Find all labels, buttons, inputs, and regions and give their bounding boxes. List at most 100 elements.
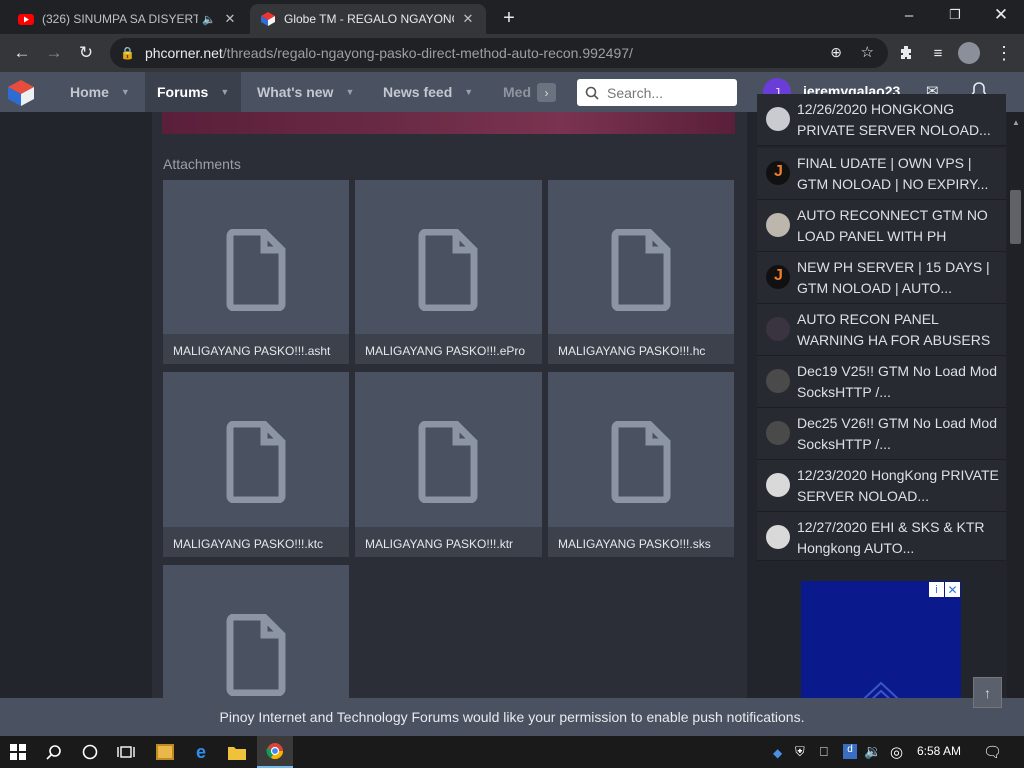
windows-start-icon[interactable] xyxy=(0,736,36,768)
thread-title[interactable]: 12/23/2020 HongKong PRIVATE SERVER NOLOA… xyxy=(797,465,1002,507)
attachment-tile[interactable]: MALIGAYANG PASKO!!!.hc xyxy=(548,180,734,364)
nav-media[interactable]: Med xyxy=(491,72,543,112)
action-center-icon[interactable]: 🗨 xyxy=(983,743,1002,761)
menu-icon[interactable]: ⋮ xyxy=(990,40,1018,66)
attachment-tile[interactable]: MALIGAYANG PASKO!!!.sks xyxy=(548,372,734,557)
nav-news-feed[interactable]: News feed ▼ xyxy=(371,72,485,112)
nav-whats-new[interactable]: What's new ▼ xyxy=(245,72,366,112)
thread-link[interactable]: J FINAL UDATE | OWN VPS | GTM NOLOAD | N… xyxy=(757,148,1006,200)
nav-media-label: Med xyxy=(503,84,531,100)
close-tab-icon[interactable]: ✕ xyxy=(222,11,238,27)
language-globe-icon[interactable]: ◎ xyxy=(890,743,903,761)
chevron-down-icon[interactable]: ▼ xyxy=(464,87,473,97)
nav-scroll-right-icon[interactable]: › xyxy=(537,83,556,102)
media-control-icon[interactable]: ≡ xyxy=(924,40,952,66)
url-path: /threads/regalo-ngayong-pasko-direct-met… xyxy=(222,45,633,61)
attachment-tile[interactable] xyxy=(163,565,349,698)
thread-title[interactable]: Dec19 V25!! GTM No Load Mod SocksHTTP /.… xyxy=(797,361,1002,403)
scroll-to-top-button[interactable]: ↑ xyxy=(973,677,1002,708)
bookmark-star-icon[interactable]: ☆ xyxy=(861,43,874,61)
page-scrollbar[interactable]: ▲ ▼ xyxy=(1007,112,1024,736)
thread-link[interactable]: AUTO RECON PANEL WARNING HA FOR ABUSERS xyxy=(757,304,1006,356)
ad-close-icon[interactable]: ✕ xyxy=(945,582,960,597)
thread-title[interactable]: AUTO RECONNECT GTM NO LOAD PANEL WITH PH xyxy=(797,205,1002,247)
scrollbar-thumb[interactable] xyxy=(1010,190,1021,244)
attachment-filename[interactable]: MALIGAYANG PASKO!!!.sks xyxy=(548,527,734,557)
chevron-down-icon[interactable]: ▼ xyxy=(121,87,130,97)
forward-button[interactable]: → xyxy=(40,40,68,66)
thread-link[interactable]: J NEW PH SERVER | 15 DAYS | GTM NOLOAD |… xyxy=(757,252,1006,304)
attachment-tile[interactable]: MALIGAYANG PASKO!!!.ktc xyxy=(163,372,349,557)
file-explorer-icon[interactable] xyxy=(219,736,255,768)
advertisement[interactable]: i ✕ xyxy=(801,581,961,698)
chevron-down-icon[interactable]: ▼ xyxy=(220,87,229,97)
attachment-filename[interactable]: MALIGAYANG PASKO!!!.ePro xyxy=(355,334,542,364)
edge-icon[interactable]: e xyxy=(183,736,219,768)
add-icon[interactable]: ⊕ xyxy=(830,44,842,61)
thread-content: Attachments MALIGAYANG PASKO!!!.asht MAL… xyxy=(152,112,747,698)
attachment-filename[interactable]: MALIGAYANG PASKO!!!.hc xyxy=(548,334,734,364)
tray-security-icon[interactable]: ⛨ xyxy=(795,744,805,760)
file-icon xyxy=(226,421,286,503)
profile-avatar[interactable] xyxy=(958,42,980,64)
close-window-button[interactable]: ✕ xyxy=(978,0,1024,30)
reload-button[interactable]: ↻ xyxy=(72,40,100,66)
nav-home-label: Home xyxy=(70,84,109,100)
avatar xyxy=(766,421,790,445)
nav-forums-label: Forums xyxy=(157,84,209,100)
tab-title: Globe TM - REGALO NGAYONG P xyxy=(284,12,454,26)
thread-link[interactable]: AUTO RECONNECT GTM NO LOAD PANEL WITH PH xyxy=(757,200,1006,252)
avatar xyxy=(766,369,790,393)
attachment-tile[interactable]: MALIGAYANG PASKO!!!.asht xyxy=(163,180,349,364)
ad-info-icon[interactable]: i xyxy=(929,582,944,597)
volume-icon[interactable]: 🔉 xyxy=(864,743,881,760)
chrome-taskbar-icon[interactable] xyxy=(257,736,293,768)
ad-graphic-icon xyxy=(863,681,899,698)
back-button[interactable]: ← xyxy=(8,40,36,66)
attachment-filename[interactable]: MALIGAYANG PASKO!!!.asht xyxy=(163,334,349,364)
tray-app-icon[interactable]: d xyxy=(843,744,857,759)
speaker-icon[interactable]: 🔈 xyxy=(202,13,216,26)
extensions-icon[interactable] xyxy=(892,40,920,66)
thread-link[interactable]: 12/27/2020 EHI & SKS & KTR Hongkong AUTO… xyxy=(757,512,1006,561)
nav-home[interactable]: Home ▼ xyxy=(58,72,142,112)
restore-button[interactable]: ❐ xyxy=(932,0,978,30)
attachment-tile[interactable]: MALIGAYANG PASKO!!!.ktr xyxy=(355,372,542,557)
thread-link[interactable]: Dec19 V25!! GTM No Load Mod SocksHTTP /.… xyxy=(757,356,1006,408)
post-image xyxy=(162,112,735,134)
app-photos-icon[interactable] xyxy=(147,736,183,768)
attachment-filename[interactable]: MALIGAYANG PASKO!!!.ktc xyxy=(163,527,349,557)
chevron-down-icon[interactable]: ▼ xyxy=(345,87,354,97)
task-view-icon[interactable] xyxy=(108,736,144,768)
site-logo[interactable] xyxy=(6,78,36,108)
push-notification-banner[interactable]: Pinoy Internet and Technology Forums wou… xyxy=(0,698,1024,736)
file-icon xyxy=(226,614,286,696)
minimize-button[interactable]: – xyxy=(886,0,932,30)
attachment-filename[interactable]: MALIGAYANG PASKO!!!.ktr xyxy=(355,527,542,557)
avatar xyxy=(766,525,790,549)
tray-network-activity-icon[interactable]: ◆ xyxy=(773,746,782,760)
search-input[interactable]: Search... xyxy=(577,79,737,106)
thread-link[interactable]: 12/23/2020 HongKong PRIVATE SERVER NOLOA… xyxy=(757,460,1006,512)
cortana-icon[interactable] xyxy=(72,736,108,768)
tray-usb-icon[interactable]: ⎕ xyxy=(820,744,828,760)
scroll-up-icon[interactable]: ▲ xyxy=(1012,118,1020,127)
new-tab-button[interactable]: + xyxy=(497,6,521,30)
avatar xyxy=(766,317,790,341)
nav-overlap-spacer xyxy=(747,72,1007,112)
thread-title[interactable]: AUTO RECON PANEL WARNING HA FOR ABUSERS xyxy=(797,309,1002,351)
close-tab-icon[interactable]: ✕ xyxy=(460,11,476,27)
thread-title[interactable]: 12/27/2020 EHI & SKS & KTR Hongkong AUTO… xyxy=(797,517,1002,559)
tab-youtube[interactable]: (326) SINUMPA SA DISYERTO 🔈 ✕ xyxy=(8,4,248,34)
search-icon[interactable] xyxy=(36,736,72,768)
address-bar[interactable]: 🔒 phcorner.net/threads/regalo-ngayong-pa… xyxy=(110,38,888,68)
tab-globe-tm[interactable]: Globe TM - REGALO NGAYONG P ✕ xyxy=(250,4,486,34)
thread-title[interactable]: NEW PH SERVER | 15 DAYS | GTM NOLOAD | A… xyxy=(797,257,1002,299)
thread-title[interactable]: FINAL UDATE | OWN VPS | GTM NOLOAD | NO … xyxy=(797,153,1002,195)
thread-title[interactable]: Dec25 V26!! GTM No Load Mod SocksHTTP /.… xyxy=(797,413,1002,455)
attachment-tile[interactable]: MALIGAYANG PASKO!!!.ePro xyxy=(355,180,542,364)
search-placeholder: Search... xyxy=(607,84,664,101)
nav-forums[interactable]: Forums ▼ xyxy=(145,72,241,112)
thread-link[interactable]: Dec25 V26!! GTM No Load Mod SocksHTTP /.… xyxy=(757,408,1006,460)
clock-time[interactable]: 6:58 AM xyxy=(917,744,961,758)
